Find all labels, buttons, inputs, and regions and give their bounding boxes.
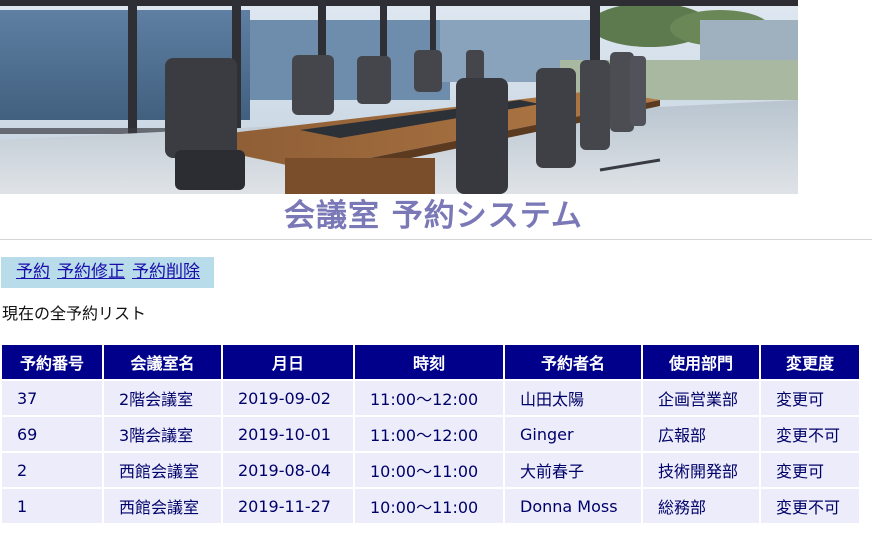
col-header-time: 時刻 bbox=[355, 345, 503, 379]
cell-reserver: 山田太陽 bbox=[505, 381, 641, 415]
cell-id: 69 bbox=[2, 417, 102, 451]
cell-date: 2019-08-04 bbox=[223, 453, 353, 487]
table-header-row: 予約番号 会議室名 月日 時刻 予約者名 使用部門 変更度 bbox=[2, 345, 859, 379]
cell-room: 西館会議室 bbox=[104, 453, 221, 487]
cell-changeability: 変更可 bbox=[761, 381, 859, 415]
cell-reserver: Ginger bbox=[505, 417, 641, 451]
cell-department: 総務部 bbox=[643, 489, 759, 523]
table-row: 1 西館会議室 2019-11-27 10:00〜11:00 Donna Mos… bbox=[2, 489, 859, 523]
cell-room: 2階会議室 bbox=[104, 381, 221, 415]
cell-department: 企画営業部 bbox=[643, 381, 759, 415]
cell-date: 2019-11-27 bbox=[223, 489, 353, 523]
cell-time: 11:00〜12:00 bbox=[355, 417, 503, 451]
col-header-changeability: 変更度 bbox=[761, 345, 859, 379]
cell-reserver: 大前春子 bbox=[505, 453, 641, 487]
divider bbox=[0, 239, 872, 240]
cell-id: 2 bbox=[2, 453, 102, 487]
cell-time: 11:00〜12:00 bbox=[355, 381, 503, 415]
cell-department: 技術開発部 bbox=[643, 453, 759, 487]
page-title: 会議室 予約システム bbox=[284, 198, 583, 234]
table-row: 69 3階会議室 2019-10-01 11:00〜12:00 Ginger 広… bbox=[2, 417, 859, 451]
col-header-id: 予約番号 bbox=[2, 345, 102, 379]
cell-id: 1 bbox=[2, 489, 102, 523]
list-heading: 現在の全予約リスト bbox=[2, 304, 147, 323]
cell-reserver: Donna Moss bbox=[505, 489, 641, 523]
col-header-room: 会議室名 bbox=[104, 345, 221, 379]
cell-changeability: 変更不可 bbox=[761, 489, 859, 523]
col-header-reserver: 予約者名 bbox=[505, 345, 641, 379]
page-title-bar: 会議室 予約システム bbox=[0, 194, 872, 238]
hero-image bbox=[0, 0, 798, 194]
nav-link-reserve[interactable]: 予約 bbox=[16, 261, 50, 283]
cell-time: 10:00〜11:00 bbox=[355, 453, 503, 487]
cell-room: 3階会議室 bbox=[104, 417, 221, 451]
cell-department: 広報部 bbox=[643, 417, 759, 451]
col-header-department: 使用部門 bbox=[643, 345, 759, 379]
cell-changeability: 変更不可 bbox=[761, 417, 859, 451]
reservations-table: 予約番号 会議室名 月日 時刻 予約者名 使用部門 変更度 37 2階会議室 2… bbox=[0, 343, 861, 525]
cell-room: 西館会議室 bbox=[104, 489, 221, 523]
table-row: 37 2階会議室 2019-09-02 11:00〜12:00 山田太陽 企画営… bbox=[2, 381, 859, 415]
nav-link-delete[interactable]: 予約削除 bbox=[132, 261, 200, 283]
cell-id: 37 bbox=[2, 381, 102, 415]
nav-link-modify[interactable]: 予約修正 bbox=[57, 261, 125, 283]
nav-bar: 予約 予約修正 予約削除 bbox=[1, 257, 214, 288]
cell-changeability: 変更可 bbox=[761, 453, 859, 487]
cell-date: 2019-10-01 bbox=[223, 417, 353, 451]
table-row: 2 西館会議室 2019-08-04 10:00〜11:00 大前春子 技術開発… bbox=[2, 453, 859, 487]
cell-date: 2019-09-02 bbox=[223, 381, 353, 415]
cell-time: 10:00〜11:00 bbox=[355, 489, 503, 523]
col-header-date: 月日 bbox=[223, 345, 353, 379]
